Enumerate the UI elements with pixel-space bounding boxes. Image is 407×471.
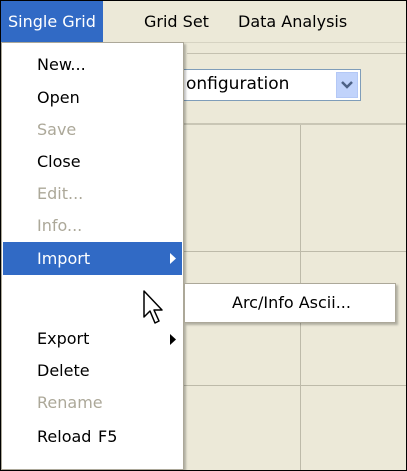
configuration-select[interactable]: onfiguration xyxy=(179,69,361,101)
menu-grid-set[interactable]: Grid Set xyxy=(137,1,216,42)
menu-item-reload[interactable]: Reload F5 xyxy=(3,421,182,452)
menu-item-import[interactable]: Import xyxy=(3,242,182,275)
submenu-arrow-icon xyxy=(170,253,176,264)
menu-item-reload-shortcut: F5 xyxy=(98,427,118,446)
application-window: Single Grid Grid Set Data Analysis onfig… xyxy=(0,0,407,471)
menu-item-save: Save xyxy=(37,120,77,139)
menu-item-open[interactable]: Open xyxy=(3,82,182,113)
menu-item-edit: Edit... xyxy=(37,184,84,203)
configuration-select-value: onfiguration xyxy=(186,74,290,94)
menu-item-export-label: Export xyxy=(37,329,90,348)
menu-item-arc-info-ascii[interactable]: Arc/Info Ascii... xyxy=(186,285,394,321)
menu-item-close[interactable]: Close xyxy=(3,146,182,177)
menu-bar: Single Grid Grid Set Data Analysis xyxy=(1,1,406,43)
menu-item-import-label: Import xyxy=(37,249,91,268)
submenu-arrow-icon xyxy=(170,334,176,345)
chevron-down-icon[interactable] xyxy=(336,72,358,98)
menu-item-new[interactable]: New... xyxy=(3,49,182,80)
menu-item-info: Info... xyxy=(37,216,83,235)
menu-item-rename: Rename xyxy=(37,393,103,412)
menu-item-delete[interactable]: Delete xyxy=(3,355,182,386)
menu-item-reload-label: Reload xyxy=(37,427,92,446)
menu-item-export[interactable]: Export xyxy=(3,323,182,354)
import-submenu: Arc/Info Ascii... xyxy=(184,283,396,323)
toolbar-separator xyxy=(187,53,406,54)
mouse-pointer-icon xyxy=(143,290,163,324)
menu-data-analysis[interactable]: Data Analysis xyxy=(231,1,354,42)
single-grid-menu: New... Open Save Close Edit... Info... I… xyxy=(1,42,184,470)
menu-single-grid[interactable]: Single Grid xyxy=(1,1,103,42)
